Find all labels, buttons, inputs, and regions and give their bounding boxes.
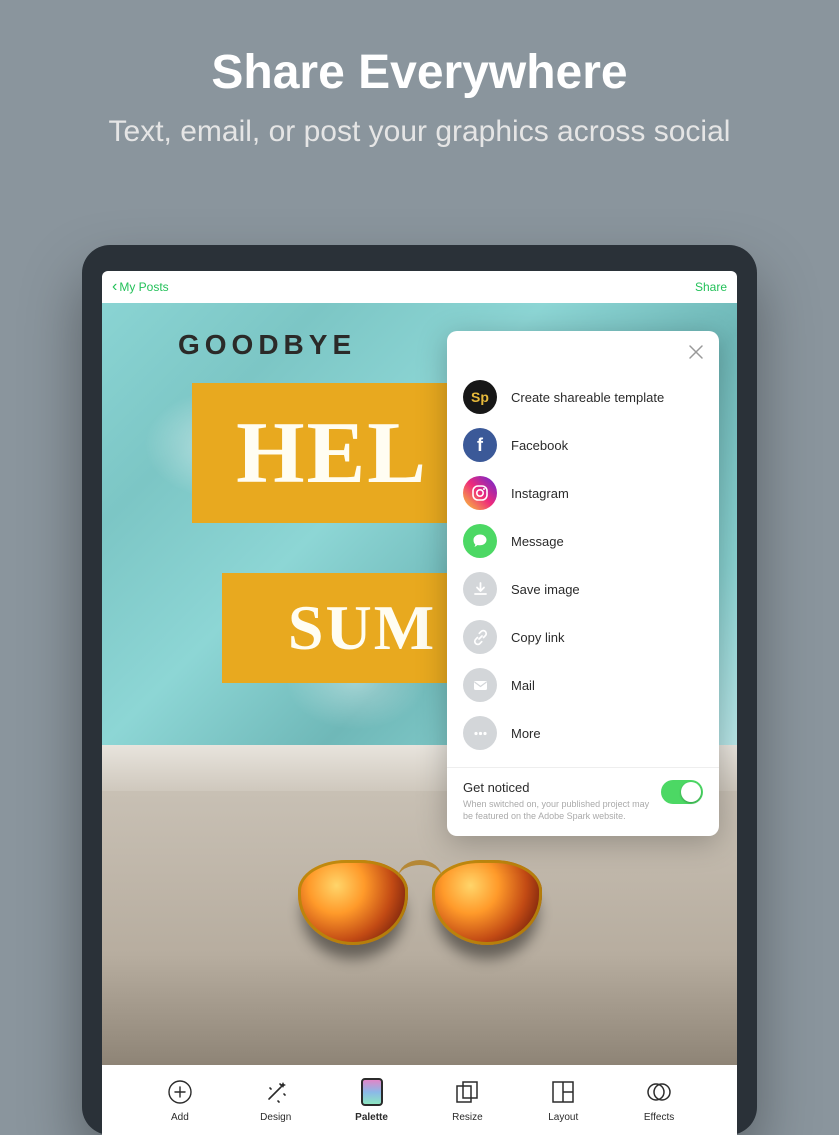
tool-resize[interactable]: Resize <box>434 1077 500 1123</box>
tool-design[interactable]: Design <box>243 1077 309 1123</box>
share-label: Copy link <box>511 630 564 645</box>
back-button[interactable]: ‹ My Posts <box>112 278 169 296</box>
get-noticed-toggle[interactable] <box>661 780 703 804</box>
share-label: Facebook <box>511 438 568 453</box>
promo-subtitle: Text, email, or post your graphics acros… <box>20 112 819 151</box>
share-label: Message <box>511 534 564 549</box>
share-option-facebook[interactable]: f Facebook <box>463 421 703 469</box>
share-list: Sp Create shareable template f Facebook … <box>463 373 703 757</box>
share-option-mail[interactable]: Mail <box>463 661 703 709</box>
magic-icon <box>261 1077 291 1107</box>
tool-label: Design <box>260 1112 291 1123</box>
tool-palette[interactable]: Palette <box>339 1077 405 1123</box>
divider <box>447 767 719 768</box>
tablet-screen: ‹ My Posts Share GOODBYE HEL SUM <box>102 271 737 1135</box>
resize-icon <box>452 1077 482 1107</box>
share-option-save[interactable]: Save image <box>463 565 703 613</box>
layout-icon <box>548 1077 578 1107</box>
share-option-template[interactable]: Sp Create shareable template <box>463 373 703 421</box>
bottom-toolbar: Add Design Palette Resize <box>102 1065 737 1135</box>
share-label: Mail <box>511 678 535 693</box>
share-option-instagram[interactable]: Instagram <box>463 469 703 517</box>
get-noticed-section: Get noticed When switched on, your publi… <box>463 778 703 822</box>
share-label: Instagram <box>511 486 569 501</box>
share-option-more[interactable]: More <box>463 709 703 757</box>
tool-add[interactable]: Add <box>147 1077 213 1123</box>
more-icon <box>463 716 497 750</box>
share-option-message[interactable]: Message <box>463 517 703 565</box>
chevron-left-icon: ‹ <box>112 278 117 296</box>
app-header: ‹ My Posts Share <box>102 271 737 303</box>
share-option-copy-link[interactable]: Copy link <box>463 613 703 661</box>
share-label: Save image <box>511 582 580 597</box>
link-icon <box>463 620 497 654</box>
plus-circle-icon <box>165 1077 195 1107</box>
share-label: More <box>511 726 541 741</box>
hello-text: HEL <box>192 383 472 523</box>
effects-icon <box>644 1077 674 1107</box>
tool-layout[interactable]: Layout <box>530 1077 596 1123</box>
get-noticed-description: When switched on, your published project… <box>463 799 651 822</box>
tablet-frame: ‹ My Posts Share GOODBYE HEL SUM <box>82 245 757 1135</box>
facebook-icon: f <box>463 428 497 462</box>
goodbye-text: GOODBYE <box>178 329 356 361</box>
instagram-icon <box>463 476 497 510</box>
share-button[interactable]: Share <box>695 280 727 294</box>
tool-label: Resize <box>452 1112 483 1123</box>
sunglasses-graphic <box>290 852 550 957</box>
spark-icon: Sp <box>463 380 497 414</box>
back-label: My Posts <box>119 280 168 294</box>
palette-icon <box>357 1077 387 1107</box>
tool-label: Effects <box>644 1112 674 1123</box>
share-label: Create shareable template <box>511 390 664 405</box>
tool-label: Layout <box>548 1112 578 1123</box>
message-icon <box>463 524 497 558</box>
tool-label: Add <box>171 1112 189 1123</box>
promo-header: Share Everywhere Text, email, or post yo… <box>0 0 839 171</box>
share-popover: Sp Create shareable template f Facebook … <box>447 331 719 836</box>
download-icon <box>463 572 497 606</box>
tool-effects[interactable]: Effects <box>626 1077 692 1123</box>
get-noticed-title: Get noticed <box>463 780 651 795</box>
mail-icon <box>463 668 497 702</box>
close-button[interactable] <box>687 343 705 366</box>
tool-label: Palette <box>355 1112 388 1123</box>
promo-title: Share Everywhere <box>20 45 819 100</box>
